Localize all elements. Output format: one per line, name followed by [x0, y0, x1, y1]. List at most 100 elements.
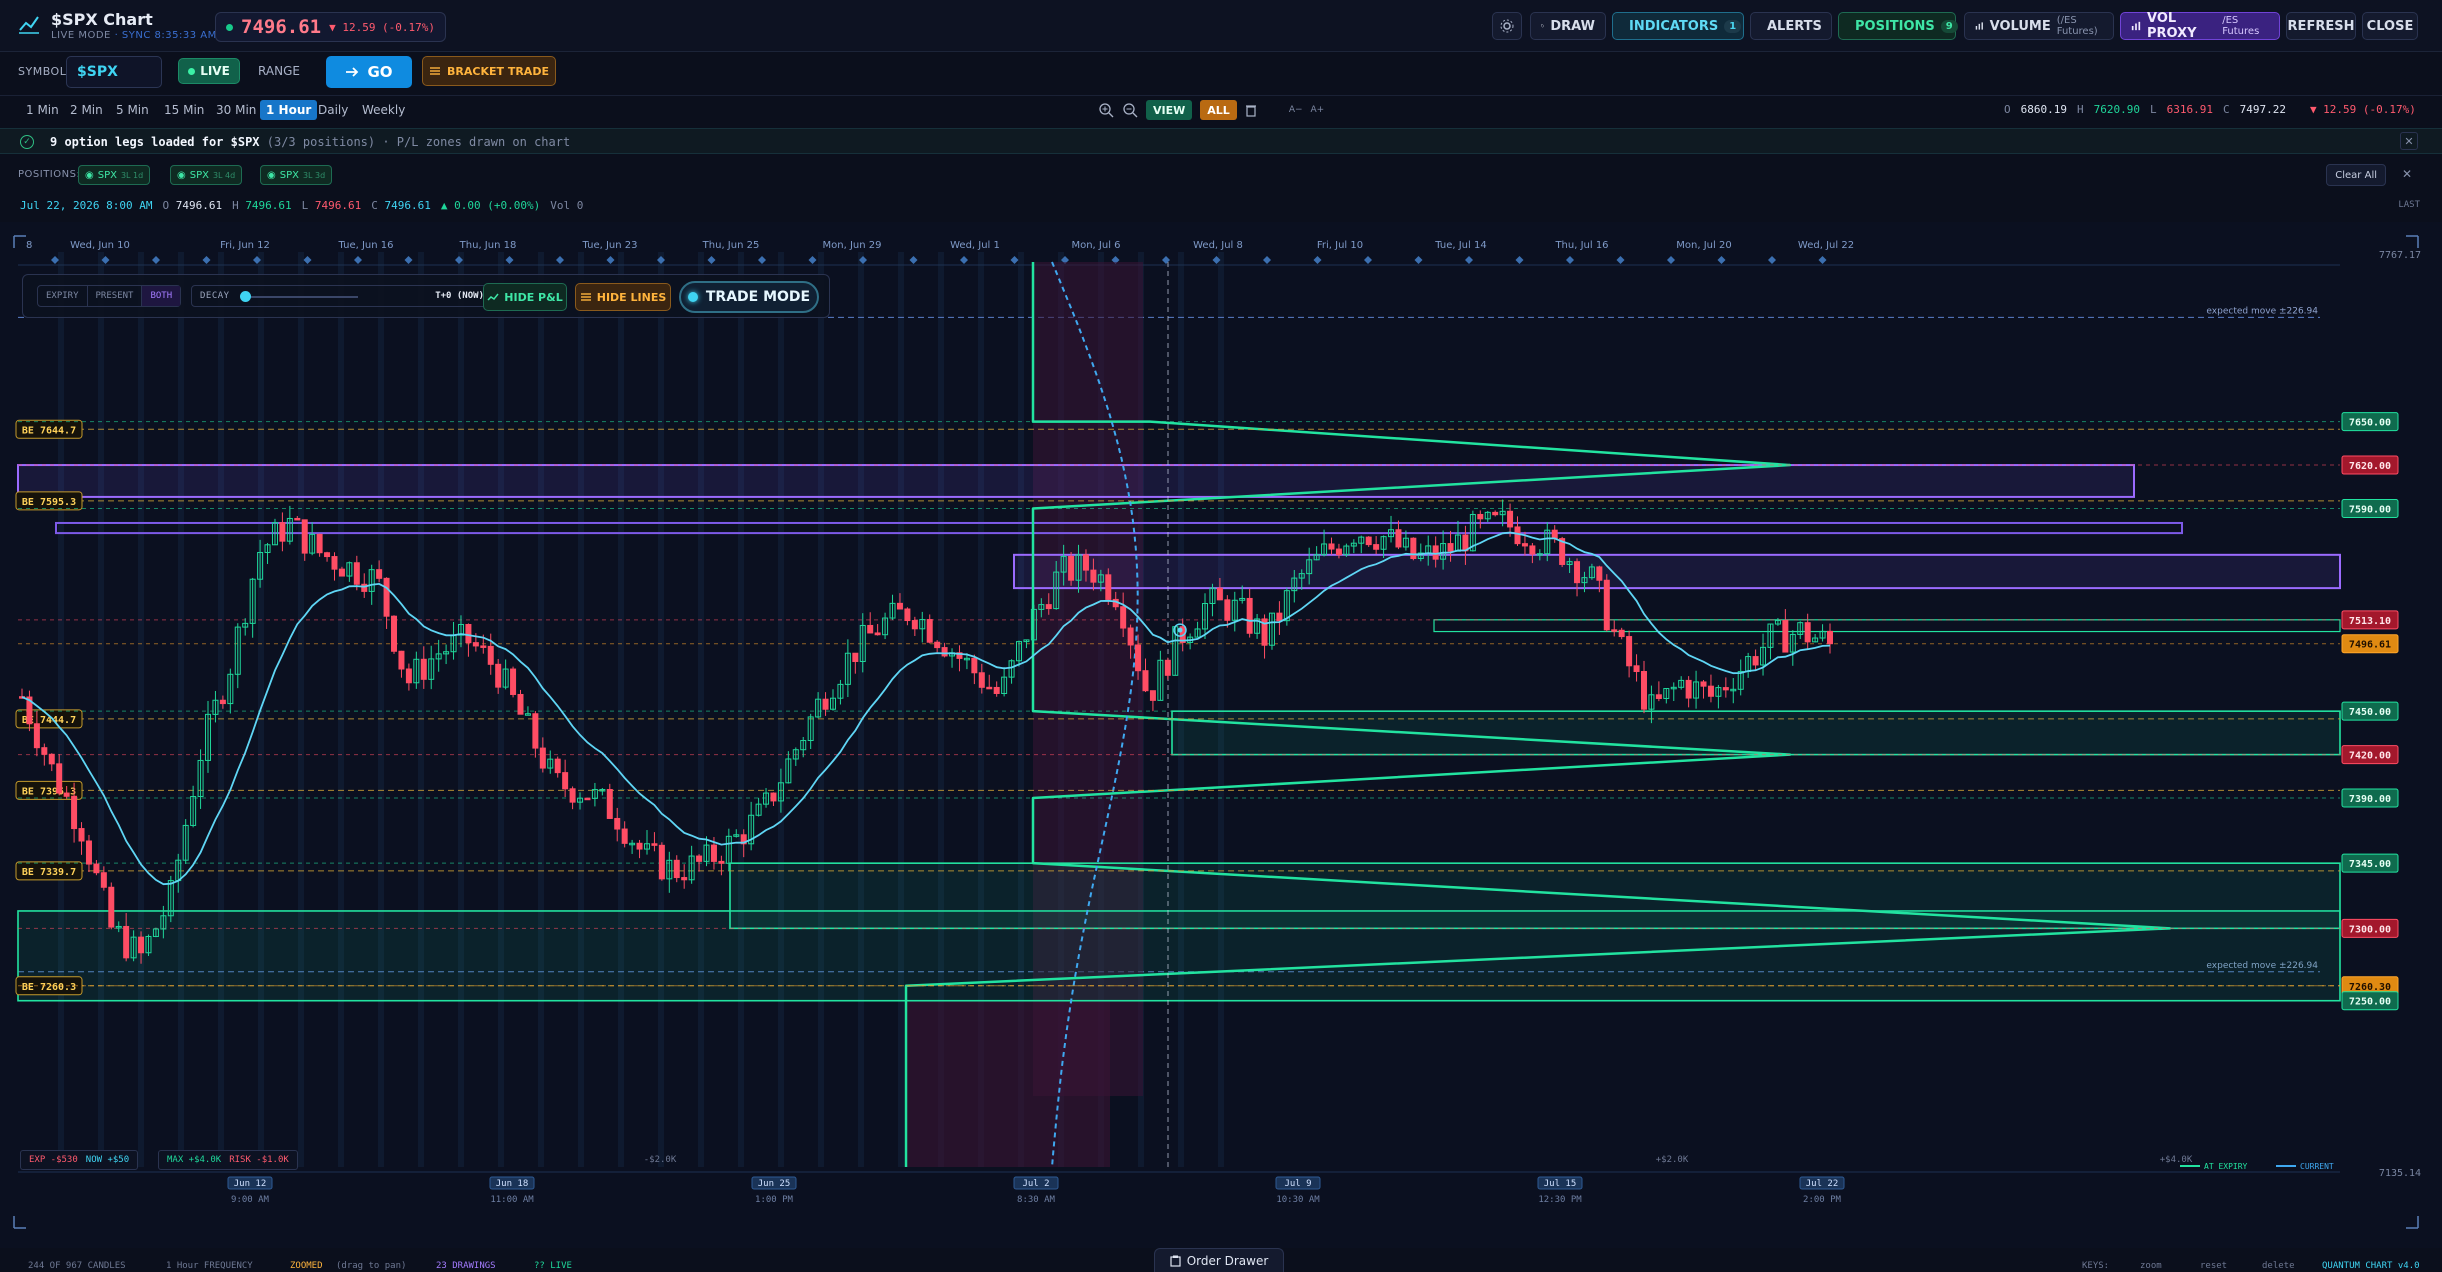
trade-mode-toggle[interactable]: TRADE MODE — [679, 281, 819, 313]
candle-body[interactable] — [1395, 529, 1402, 548]
candle-body[interactable] — [1633, 665, 1640, 673]
candle-body[interactable] — [934, 641, 941, 649]
candle-body[interactable] — [1685, 679, 1692, 699]
candle-body[interactable] — [911, 620, 918, 630]
candle-body[interactable] — [398, 650, 405, 670]
candle-body[interactable] — [495, 663, 502, 688]
live-toggle[interactable]: LIVE — [178, 58, 240, 84]
supply-zone[interactable] — [17, 464, 2135, 498]
candle-body[interactable] — [338, 568, 345, 577]
hide-lines-button[interactable]: HIDE LINES — [575, 283, 671, 311]
font-bigger-button[interactable]: A+ — [1311, 105, 1325, 115]
candle-body[interactable] — [941, 647, 948, 657]
candle-body[interactable] — [1142, 670, 1149, 692]
trash-icon[interactable] — [1245, 103, 1257, 117]
candle-body[interactable] — [770, 792, 777, 802]
refresh-button[interactable]: REFRESH — [2286, 12, 2356, 40]
candle-body[interactable] — [1521, 543, 1528, 547]
candle-body[interactable] — [1492, 511, 1499, 516]
candle-body[interactable] — [718, 860, 725, 864]
candle-body[interactable] — [1752, 656, 1759, 666]
view-button[interactable]: VIEW — [1146, 100, 1193, 120]
candle-body[interactable] — [93, 863, 100, 874]
candle-body[interactable] — [1804, 622, 1811, 643]
position-chip[interactable]: ◉ SPX 3L 4d — [170, 165, 243, 185]
candle-body[interactable] — [1365, 536, 1372, 546]
positions-button[interactable]: POSITIONS 9 — [1838, 12, 1958, 40]
position-chip[interactable]: ◉ SPX 3L 1d — [78, 165, 151, 185]
candle-body[interactable] — [926, 619, 933, 643]
range-toggle[interactable]: RANGE — [250, 58, 308, 84]
candle-body[interactable] — [1127, 627, 1134, 646]
candle-body[interactable] — [993, 686, 1000, 694]
candle-body[interactable] — [569, 788, 576, 803]
candle-body[interactable] — [852, 652, 859, 662]
bracket-trade-button[interactable]: BRACKET TRADE — [422, 56, 556, 86]
candle-body[interactable] — [986, 686, 993, 690]
candle-body[interactable] — [294, 517, 301, 521]
dismiss-notice-button[interactable]: ✕ — [2400, 132, 2418, 150]
candle-body[interactable] — [1782, 620, 1789, 653]
candle-body[interactable] — [480, 645, 487, 648]
candle-body[interactable] — [867, 624, 874, 634]
indicators-button[interactable]: INDICATORS 1 — [1612, 12, 1744, 40]
candle-body[interactable] — [316, 533, 323, 554]
candle-body[interactable] — [1216, 587, 1223, 601]
vol-proxy-button[interactable]: VOL PROXY /ES Futures — [2120, 11, 2280, 41]
candle-body[interactable] — [472, 642, 479, 647]
candle-body[interactable] — [1328, 543, 1335, 550]
candle-body[interactable] — [978, 672, 985, 688]
candle-body[interactable] — [874, 632, 881, 636]
candle-body[interactable] — [1529, 545, 1536, 555]
candle-body[interactable] — [1477, 513, 1484, 520]
candle-body[interactable] — [123, 925, 130, 959]
candle-body[interactable] — [1574, 561, 1581, 584]
timeframe-1-hour[interactable]: 1 Hour — [260, 100, 318, 120]
candle-body[interactable] — [383, 577, 390, 617]
candle-body[interactable] — [636, 842, 643, 850]
candle-body[interactable] — [1447, 543, 1454, 552]
alerts-button[interactable]: ALERTS — [1750, 12, 1832, 40]
candle-body[interactable] — [1596, 566, 1603, 581]
candle-body[interactable] — [896, 602, 903, 610]
candle-body[interactable] — [331, 556, 338, 570]
candle-body[interactable] — [63, 792, 70, 797]
candle-body[interactable] — [85, 840, 92, 865]
candle-body[interactable] — [391, 615, 398, 652]
supply-zone[interactable] — [1013, 553, 2341, 590]
candle-body[interactable] — [584, 797, 591, 801]
candle-body[interactable] — [1373, 544, 1380, 550]
candle-body[interactable] — [301, 519, 308, 554]
candle-body[interactable] — [651, 843, 658, 846]
candle-body[interactable] — [1120, 606, 1127, 629]
candle-body[interactable] — [1462, 534, 1469, 552]
candle-body[interactable] — [1090, 569, 1097, 583]
timeframe-weekly[interactable]: Weekly — [356, 100, 411, 120]
both-option[interactable]: BOTH — [142, 286, 181, 306]
candle-body[interactable] — [71, 795, 78, 830]
close-positions-icon[interactable]: ✕ — [2402, 167, 2412, 181]
timeframe-1-min[interactable]: 1 Min — [20, 100, 65, 120]
candle-body[interactable] — [562, 772, 569, 790]
candle-body[interactable] — [108, 886, 115, 928]
candle-body[interactable] — [673, 859, 680, 879]
candle-body[interactable] — [681, 877, 688, 881]
candle-body[interactable] — [41, 747, 48, 755]
candle-body[interactable] — [554, 758, 561, 774]
all-button[interactable]: ALL — [1200, 100, 1237, 120]
symbol-input[interactable] — [66, 56, 162, 88]
candle-body[interactable] — [1551, 529, 1558, 540]
position-chip[interactable]: ◉ SPX 3L 3d — [260, 165, 333, 185]
candle-body[interactable] — [100, 872, 107, 888]
draw-button[interactable]: DRAW — [1530, 12, 1606, 40]
candle-body[interactable] — [539, 747, 546, 769]
candle-body[interactable] — [1640, 671, 1647, 710]
candle-body[interactable] — [1626, 636, 1633, 667]
candle-body[interactable] — [48, 753, 55, 765]
candle-body[interactable] — [822, 698, 829, 710]
candle-body[interactable] — [56, 763, 63, 794]
timeframe-30-min[interactable]: 30 Min — [210, 100, 262, 120]
candle-body[interactable] — [1135, 644, 1142, 672]
timeframe-15-min[interactable]: 15 Min — [158, 100, 210, 120]
candle-body[interactable] — [1507, 510, 1514, 528]
